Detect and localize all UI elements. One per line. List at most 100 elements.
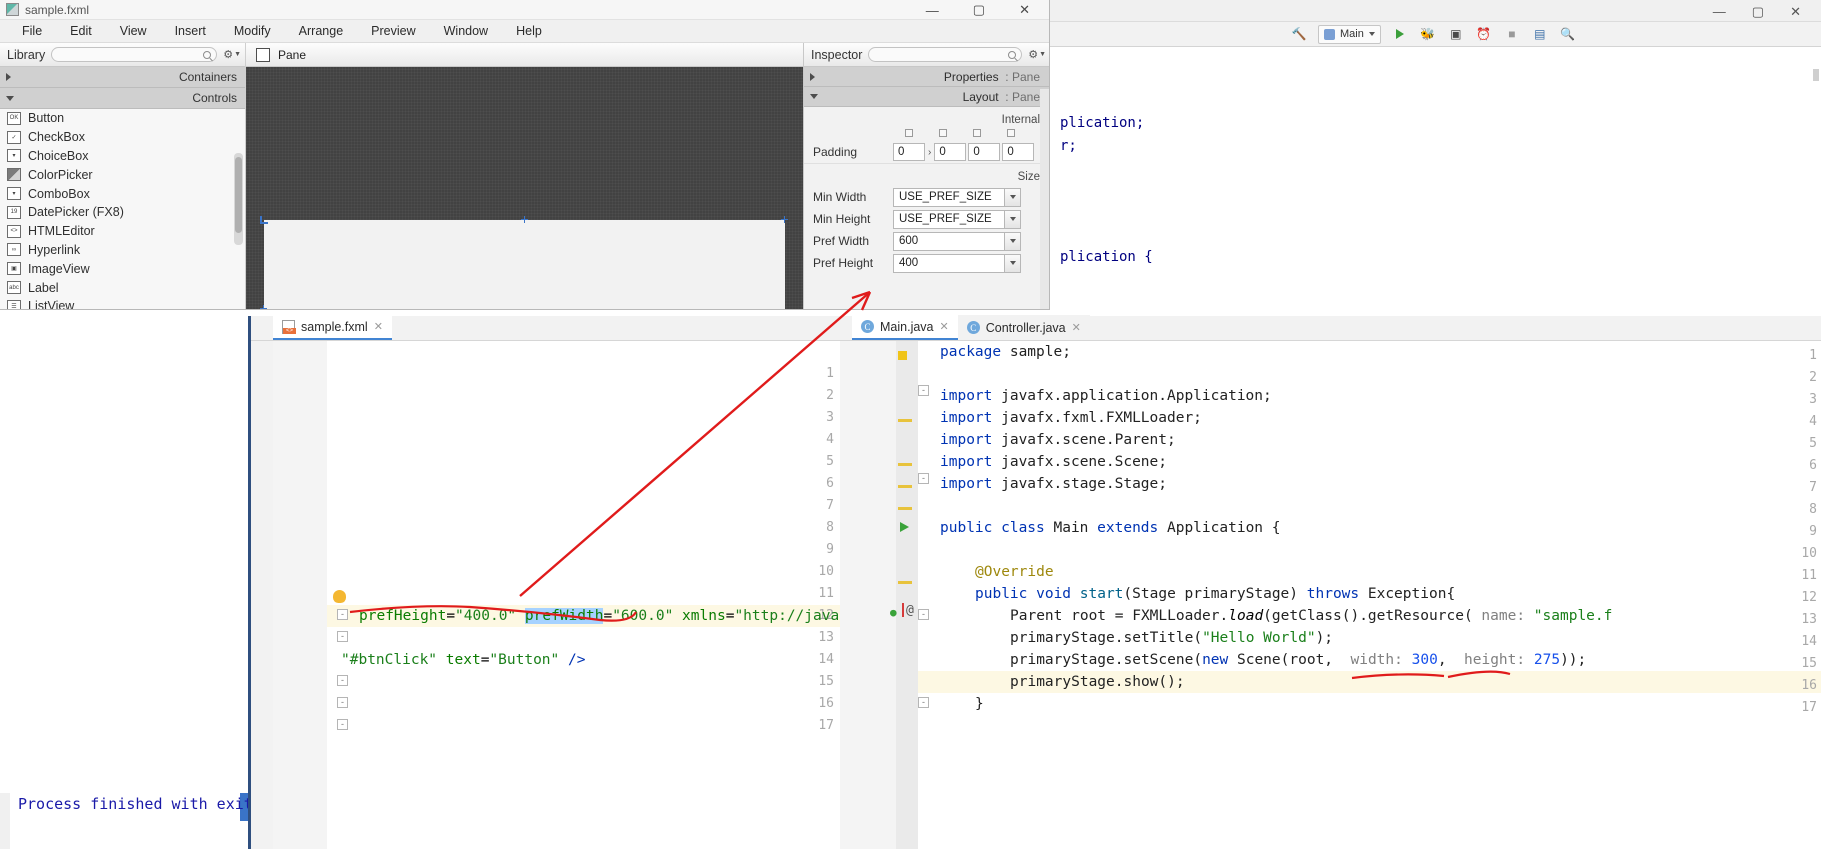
java-code-line-7[interactable]: import javafx.stage.Stage; (940, 473, 1167, 495)
tab-controller-java[interactable]: C Controller.java ✕ (958, 315, 1090, 340)
search-icon[interactable]: 🔍 (1559, 25, 1577, 43)
inspector-scrollbar[interactable] (1040, 89, 1049, 310)
padding-value-1[interactable]: 0 (893, 143, 925, 161)
stop-icon[interactable]: ■ (1503, 25, 1521, 43)
fxml-code-line-14[interactable]: "#btnClick" text="Button" /> (341, 649, 585, 671)
resize-handle-left[interactable] (260, 305, 267, 310)
library-scrollbar[interactable] (234, 153, 243, 245)
inspector-section-properties[interactable]: Properties : Pane (804, 67, 1050, 87)
library-item-checkbox[interactable]: ✓ CheckBox (0, 128, 245, 147)
library-item-choicebox[interactable]: ▾ ChoiceBox (0, 147, 245, 166)
run-configuration-selector[interactable]: Main (1318, 25, 1381, 44)
debug-icon[interactable]: 🐝 (1419, 25, 1437, 43)
pref-height-value[interactable]: 400 (893, 254, 1004, 273)
library-item-combobox[interactable]: ▾ ComboBox (0, 184, 245, 203)
java-code-line-14[interactable]: primaryStage.setTitle("Hello World"); (1010, 627, 1333, 649)
java-code-line-13[interactable]: Parent root = FXMLLoader.load(getClass()… (1010, 605, 1612, 627)
inspector-gear-button[interactable]: ⚙▼ (1028, 48, 1046, 61)
resize-handle-top-right[interactable] (781, 216, 788, 223)
fold-marker[interactable]: - (337, 675, 348, 686)
menu-window[interactable]: Window (430, 24, 502, 38)
library-search-input[interactable] (51, 47, 217, 62)
menu-edit[interactable]: Edit (56, 24, 106, 38)
min-width-value[interactable]: USE_PREF_SIZE (893, 188, 1004, 207)
fold-marker[interactable]: - (337, 609, 348, 620)
pane-preview[interactable] (264, 220, 785, 310)
close-icon[interactable]: ✕ (374, 320, 383, 333)
min-width-combo[interactable]: USE_PREF_SIZE (893, 188, 1021, 207)
ide-window-buttons[interactable]: — ▢ ✕ (1713, 0, 1815, 22)
library-item-colorpicker[interactable]: ColorPicker (0, 165, 245, 184)
fold-marker[interactable]: - (337, 697, 348, 708)
coverage-icon[interactable]: ▣ (1447, 25, 1465, 43)
java-code-area[interactable]: 1 2 3 4 5 6 7 8 9 10 11 12 13 14 15 16 1… (840, 341, 1821, 849)
menu-file[interactable]: File (8, 24, 56, 38)
java-code-line-6[interactable]: import javafx.scene.Scene; (940, 451, 1167, 473)
menu-preview[interactable]: Preview (357, 24, 429, 38)
library-item-button[interactable]: OK Button (0, 109, 245, 128)
library-gear-button[interactable]: ⚙▼ (223, 48, 241, 61)
ide-minimize-button[interactable]: — (1713, 5, 1726, 18)
fold-marker[interactable]: - (918, 473, 929, 484)
padding-bottom-checkbox[interactable] (961, 129, 993, 137)
inspector-search-input[interactable] (868, 47, 1022, 62)
library-section-containers[interactable]: Containers (0, 67, 245, 88)
padding-value-3[interactable]: 0 (968, 143, 1000, 161)
chevron-down-icon[interactable] (1004, 210, 1021, 229)
fxml-code-area[interactable]: 1 2 3 4 5 6 7 8 9 10 11 12 13 14 15 16 1… (273, 341, 840, 849)
sb-maximize-button[interactable]: ▢ (973, 2, 985, 18)
menu-modify[interactable]: Modify (220, 24, 285, 38)
menu-insert[interactable]: Insert (161, 24, 220, 38)
profile-icon[interactable]: ⏰ (1475, 25, 1493, 43)
menu-help[interactable]: Help (502, 24, 556, 38)
padding-value-2[interactable]: 0 (934, 143, 966, 161)
padding-right-checkbox[interactable] (927, 129, 959, 137)
build-icon[interactable]: 🔨 (1290, 25, 1308, 43)
sb-minimize-button[interactable]: — (926, 3, 939, 18)
library-item-hyperlink[interactable]: ∞ Hyperlink (0, 241, 245, 260)
java-code-line-1[interactable]: package sample; (940, 341, 1071, 363)
java-code-line-17[interactable]: } (975, 693, 984, 715)
close-icon[interactable]: ✕ (940, 320, 949, 333)
fold-marker[interactable]: - (337, 631, 348, 642)
min-height-value[interactable]: USE_PREF_SIZE (893, 210, 1004, 229)
chevron-down-icon[interactable] (1004, 232, 1021, 251)
layout-icon[interactable]: ▤ (1531, 25, 1549, 43)
java-code-line-4[interactable]: import javafx.fxml.FXMLLoader; (940, 407, 1202, 429)
ide-editor-scrollbar[interactable] (1813, 69, 1819, 81)
java-code-line-15[interactable]: primaryStage.setScene(new Scene(root, wi… (1010, 649, 1586, 671)
run-class-icon[interactable] (900, 522, 909, 532)
pref-height-combo[interactable]: 400 (893, 254, 1021, 273)
fold-marker[interactable]: - (918, 697, 929, 708)
design-canvas[interactable] (246, 67, 803, 310)
fxml-code-line-12[interactable]: prefHeight="400.0" prefWidth="600.0" xml… (359, 605, 840, 627)
padding-value-4[interactable]: 0 (1002, 143, 1034, 161)
menu-arrange[interactable]: Arrange (285, 24, 357, 38)
chevron-down-icon[interactable] (1004, 254, 1021, 273)
java-code-line-16[interactable]: primaryStage.show(); (1010, 671, 1185, 693)
min-height-combo[interactable]: USE_PREF_SIZE (893, 210, 1021, 229)
resize-handle-top-left[interactable] (260, 216, 267, 223)
intention-bulb-icon[interactable] (333, 590, 346, 603)
library-item-htmleditor[interactable]: <> HTMLEditor (0, 222, 245, 241)
pref-width-value[interactable]: 600 (893, 232, 1004, 251)
ide-close-button[interactable]: ✕ (1790, 5, 1801, 18)
java-code-line-11[interactable]: @Override (975, 561, 1054, 583)
tab-sample-fxml[interactable]: sample.fxml ✕ (273, 315, 392, 340)
breakpoint-indicator[interactable]: ● (890, 606, 897, 619)
fold-marker[interactable]: - (918, 609, 929, 620)
close-icon[interactable]: ✕ (1072, 321, 1081, 334)
scene-builder-window-buttons[interactable]: — ▢ ✕ (926, 0, 1046, 20)
chevron-down-icon[interactable] (1369, 32, 1375, 36)
resize-handle-top-center[interactable] (521, 216, 528, 223)
library-item-imageview[interactable]: ▣ ImageView (0, 259, 245, 278)
padding-top-checkbox[interactable] (893, 129, 925, 137)
library-item-datepicker[interactable]: 19 DatePicker (FX8) (0, 203, 245, 222)
ide-maximize-button[interactable]: ▢ (1752, 5, 1764, 18)
sb-close-button[interactable]: ✕ (1019, 2, 1030, 18)
menu-view[interactable]: View (106, 24, 161, 38)
java-code-line-3[interactable]: import javafx.application.Application; (940, 385, 1272, 407)
bookmark-marker[interactable] (898, 351, 907, 360)
run-icon[interactable] (1391, 25, 1409, 43)
java-code-line-9[interactable]: public class Main extends Application { (940, 517, 1280, 539)
